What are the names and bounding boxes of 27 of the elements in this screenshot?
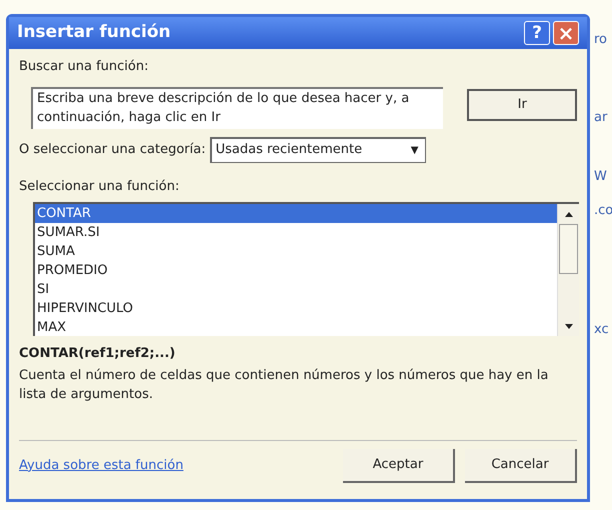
- dialog-button[interactable]: Aceptar: [343, 448, 455, 482]
- go-button[interactable]: Ir: [467, 88, 577, 120]
- function-item[interactable]: PROMEDIO: [35, 261, 557, 280]
- function-item[interactable]: SUMAR.SI: [35, 223, 557, 242]
- category-label: O seleccionar una categoría:: [19, 140, 206, 159]
- search-field[interactable]: Escriba una breve descripción de lo que desea hacer y, a continuación, haga clic en Ir: [31, 86, 444, 128]
- background-text: ar: [594, 108, 608, 126]
- caret-icon: ▼: [404, 142, 425, 158]
- function-signature: CONTAR(ref1;ref2;...): [19, 345, 176, 363]
- background-text: xc: [594, 321, 610, 339]
- function-item[interactable]: HIPERVINCULO: [35, 299, 557, 318]
- search-label: Buscar una función:: [19, 58, 150, 76]
- help-button[interactable]: ?: [524, 21, 550, 45]
- window-title: Insertar función: [17, 21, 172, 44]
- function-item[interactable]: SUMA: [35, 242, 557, 261]
- background-text: ro: [594, 31, 608, 49]
- scroll-thumb[interactable]: [559, 224, 578, 274]
- close-button[interactable]: ×: [553, 21, 579, 45]
- function-description: Cuenta el número de celdas que contienen números y los números que hay en la lista de argumentos.: [19, 366, 550, 404]
- category-dropdown[interactable]: Usadas recientemente ▼: [210, 136, 426, 162]
- background-text: W: [594, 168, 608, 186]
- function-list-label: Seleccionar una función:: [19, 178, 180, 196]
- function-item[interactable]: SI: [35, 280, 557, 299]
- function-item[interactable]: CONTAR: [35, 204, 557, 223]
- function-item[interactable]: MAX: [35, 318, 557, 337]
- help-link[interactable]: Ayuda sobre esta función: [19, 456, 333, 476]
- dialog-button[interactable]: Cancelar: [465, 448, 577, 482]
